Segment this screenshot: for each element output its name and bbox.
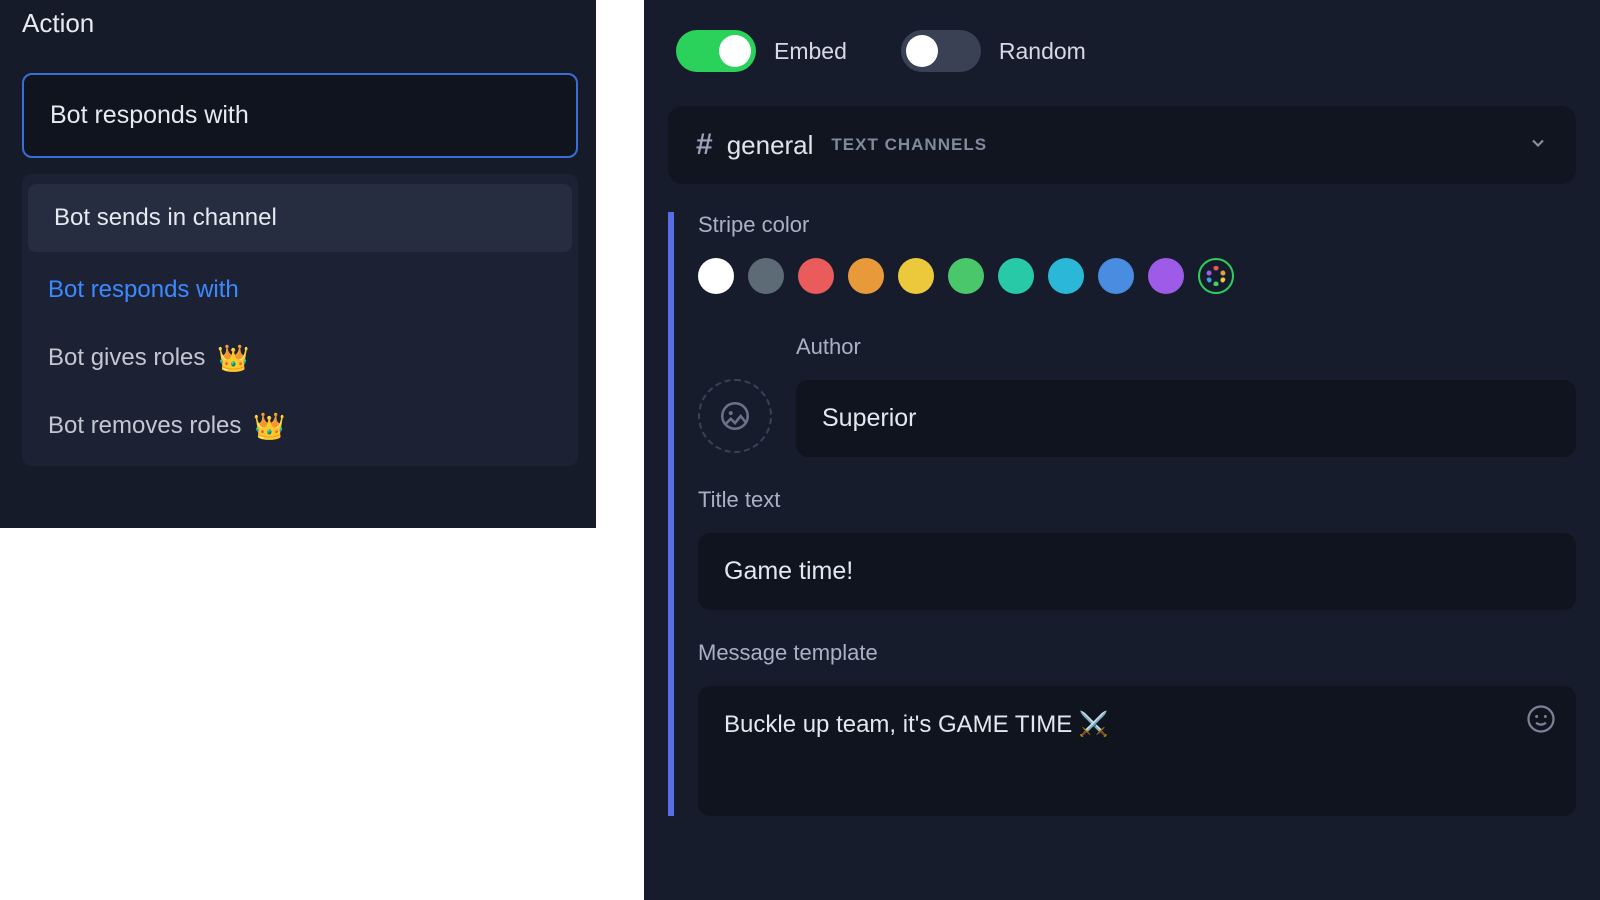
option-label: Bot sends in channel <box>54 204 277 232</box>
title-section: Title text <box>698 487 1576 610</box>
hash-icon: # <box>696 128 713 162</box>
action-option-sends-in-channel[interactable]: Bot sends in channel <box>28 184 572 252</box>
option-label: Bot gives roles <box>48 344 205 372</box>
color-swatch-white[interactable] <box>698 258 734 294</box>
color-swatch-blue[interactable] <box>1098 258 1134 294</box>
color-swatch-teal[interactable] <box>998 258 1034 294</box>
random-toggle[interactable] <box>901 30 981 72</box>
color-swatch-yellow[interactable] <box>898 258 934 294</box>
embed-config-panel: Embed Random # general TEXT CHANNELS Str… <box>644 0 1600 900</box>
message-text: Buckle up team, it's GAME TIME ⚔️ <box>724 711 1109 738</box>
title-label: Title text <box>698 487 1576 513</box>
author-avatar-upload[interactable] <box>698 379 772 453</box>
message-template-input[interactable]: Buckle up team, it's GAME TIME ⚔️ <box>698 686 1576 816</box>
action-option-gives-roles[interactable]: Bot gives roles 👑 <box>22 324 578 392</box>
random-toggle-group: Random <box>901 30 1086 72</box>
embed-toggle-group: Embed <box>676 30 847 72</box>
color-swatch-grey[interactable] <box>748 258 784 294</box>
premium-crown-icon: 👑 <box>217 345 249 371</box>
emoji-picker-button[interactable] <box>1526 704 1556 741</box>
color-row <box>698 258 1576 294</box>
action-option-removes-roles[interactable]: Bot removes roles 👑 <box>22 392 578 460</box>
color-swatch-green[interactable] <box>948 258 984 294</box>
embed-toggle[interactable] <box>676 30 756 72</box>
action-heading: Action <box>22 8 578 39</box>
color-swatch-purple[interactable] <box>1148 258 1184 294</box>
author-col: Author <box>796 334 1576 457</box>
message-section: Message template Buckle up team, it's GA… <box>698 640 1576 816</box>
author-row: Author <box>698 334 1576 457</box>
action-select[interactable]: Bot responds with <box>22 73 578 158</box>
title-input[interactable] <box>698 533 1576 610</box>
toggle-row: Embed Random <box>676 30 1576 72</box>
color-picker-button[interactable] <box>1198 258 1234 294</box>
channel-select[interactable]: # general TEXT CHANNELS <box>668 106 1576 184</box>
random-toggle-label: Random <box>999 38 1086 65</box>
embed-block: Stripe color <box>668 212 1576 816</box>
stripe-color-section: Stripe color <box>698 212 1576 294</box>
message-label: Message template <box>698 640 1576 666</box>
option-label: Bot responds with <box>48 276 239 304</box>
author-label: Author <box>796 334 1576 360</box>
option-label: Bot removes roles <box>48 412 241 440</box>
color-swatch-red[interactable] <box>798 258 834 294</box>
color-swatch-cyan[interactable] <box>1048 258 1084 294</box>
premium-crown-icon: 👑 <box>253 413 285 439</box>
color-swatch-orange[interactable] <box>848 258 884 294</box>
chevron-down-icon <box>1528 133 1548 158</box>
channel-name: general <box>727 130 814 161</box>
channel-category: TEXT CHANNELS <box>831 135 987 155</box>
action-dropdown: Bot sends in channel Bot responds with B… <box>22 174 578 466</box>
stripe-color-label: Stripe color <box>698 212 1576 238</box>
embed-toggle-label: Embed <box>774 38 847 65</box>
action-option-responds-with[interactable]: Bot responds with <box>22 256 578 324</box>
author-input[interactable] <box>796 380 1576 457</box>
action-panel: Action Bot responds with Bot sends in ch… <box>0 0 596 528</box>
